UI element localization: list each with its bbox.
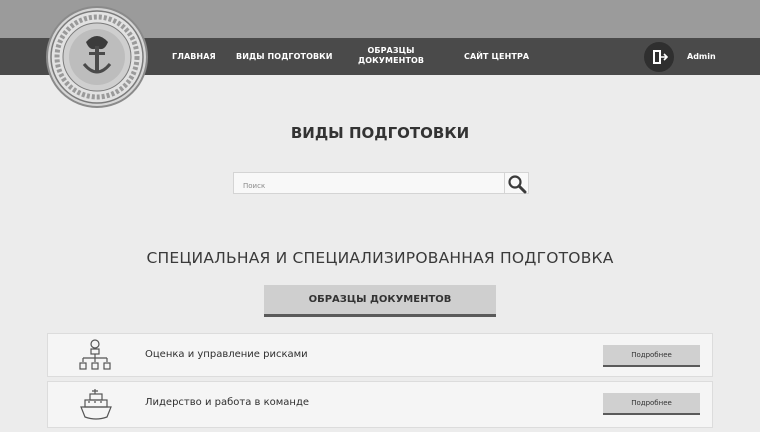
section-title: СПЕЦИАЛЬНАЯ И СПЕЦИАЛИЗИРОВАННАЯ ПОДГОТО… (146, 249, 614, 267)
course-title[interactable]: Оценка и управление рисками (145, 349, 308, 360)
user-name: Admin (687, 52, 716, 61)
logout-button[interactable] (644, 42, 674, 72)
nav-center-site[interactable]: САЙТ ЦЕНТРА (464, 52, 529, 62)
hierarchy-icon (78, 339, 112, 377)
ship-icon (78, 387, 114, 427)
course-title[interactable]: Лидерство и работа в команде (145, 397, 309, 408)
nav-document-samples-line1: ОБРАЗЦЫ (367, 46, 415, 55)
course-row[interactable]: Лидерство и работа в команде Подробнее (47, 381, 713, 428)
course-row[interactable]: Оценка и управление рисками Подробнее (47, 333, 713, 377)
search-button[interactable] (505, 172, 529, 194)
search-icon (508, 175, 527, 194)
page-title: ВИДЫ ПОДГОТОВКИ (290, 124, 470, 142)
document-samples-button[interactable]: ОБРАЗЦЫ ДОКУМЕНТОВ (264, 285, 496, 317)
nav-document-samples[interactable]: ОБРАЗЦЫ ДОКУМЕНТОВ (358, 46, 424, 66)
search-input[interactable] (234, 176, 504, 196)
exit-door-icon (653, 50, 668, 64)
more-button[interactable]: Подробнее (603, 393, 700, 415)
nav-training-types[interactable]: ВИДЫ ПОДГОТОВКИ (236, 52, 333, 62)
nav-home[interactable]: ГЛАВНАЯ (172, 52, 216, 62)
search-field[interactable] (233, 172, 505, 196)
more-button[interactable]: Подробнее (603, 345, 700, 367)
logo[interactable] (46, 6, 148, 108)
nav-document-samples-line2: ДОКУМЕНТОВ (358, 56, 425, 65)
